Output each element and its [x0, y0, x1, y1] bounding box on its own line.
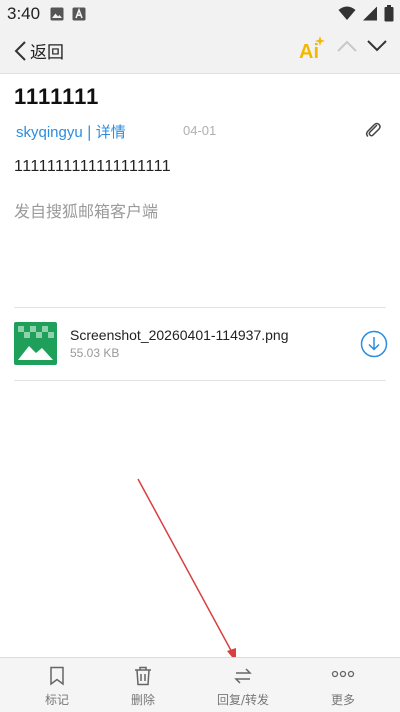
more-label: 更多 — [330, 693, 355, 707]
status-system-icons — [338, 5, 394, 22]
chevron-up-icon — [337, 40, 357, 52]
delete-label: 删除 — [130, 693, 155, 707]
trash-icon — [135, 666, 151, 686]
app-a-notification-icon — [72, 7, 86, 21]
ai-assistant-button[interactable]: Ai — [298, 34, 328, 64]
ai-sparkle-icon: Ai — [299, 36, 325, 63]
chevron-down-icon — [367, 40, 387, 52]
top-nav: 返回 Ai — [0, 28, 400, 74]
reply-forward-button[interactable]: 回复/转发 — [203, 658, 283, 712]
back-button[interactable]: 返回 — [14, 38, 64, 63]
status-notification-icons — [50, 7, 86, 21]
download-icon[interactable] — [360, 330, 388, 358]
email-signature: 发自搜狐邮箱客户端 — [14, 202, 159, 221]
attachment-item[interactable]: Screenshot_20260401-114937.png 55.03 KB — [14, 322, 388, 368]
wifi-icon — [338, 6, 356, 20]
chevron-left-icon — [14, 40, 26, 61]
paperclip-icon[interactable] — [364, 121, 382, 139]
image-file-icon — [14, 322, 57, 365]
email-body: 1111111111111111111 — [14, 158, 172, 175]
back-label: 返回 — [30, 43, 64, 62]
status-bar: 3:40 — [0, 0, 400, 28]
signal-icon — [363, 6, 377, 21]
battery-icon — [384, 5, 394, 22]
mark-button[interactable]: 标记 — [17, 658, 97, 712]
attachment-divider-top — [14, 307, 386, 308]
previous-email-button[interactable] — [336, 38, 358, 57]
attachment-file-name: Screenshot_20260401-114937.png — [70, 327, 289, 343]
bookmark-icon — [50, 666, 64, 686]
attachment-file-size: 55.03 KB — [70, 346, 120, 360]
sender-separator: | — [86, 123, 92, 141]
more-dots-icon — [331, 670, 355, 678]
ai-text: Ai — [299, 41, 319, 63]
status-time: 3:40 — [7, 4, 41, 23]
sender-name[interactable]: skyqingyu — [16, 124, 83, 141]
delete-button[interactable]: 删除 — [103, 658, 183, 712]
image-notification-icon — [50, 7, 64, 21]
bottom-toolbar: 标记 删除 回复/转发 更多 — [0, 657, 400, 712]
reply-forward-icon — [234, 668, 252, 684]
next-email-button[interactable] — [366, 38, 388, 57]
attachment-divider-bottom — [14, 380, 386, 381]
email-date: 04-01 — [183, 123, 217, 138]
sender-row: skyqingyu | 详情 04-01 — [16, 121, 386, 141]
mark-label: 标记 — [44, 693, 69, 707]
details-link[interactable]: 详情 — [96, 123, 126, 141]
more-button[interactable]: 更多 — [303, 658, 383, 712]
email-subject: 1111111 — [14, 84, 100, 109]
reply-forward-label: 回复/转发 — [216, 693, 270, 707]
